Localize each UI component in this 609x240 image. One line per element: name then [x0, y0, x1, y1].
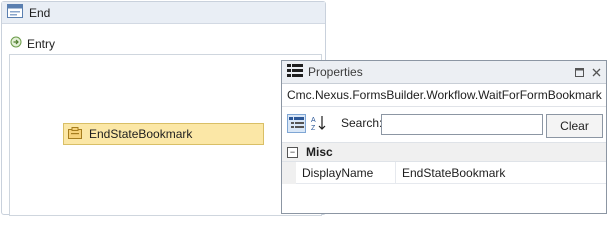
sort-alphabetical-button[interactable]: A Z [309, 114, 328, 133]
state-header[interactable]: End [2, 2, 325, 24]
svg-text:Z: Z [311, 125, 316, 131]
category-label: Misc [306, 145, 333, 159]
maximize-icon[interactable] [573, 66, 585, 78]
properties-title: Properties [308, 65, 363, 79]
clear-button[interactable]: Clear [546, 114, 603, 138]
property-name: DisplayName [296, 161, 396, 184]
state-title: End [29, 5, 51, 20]
state-icon [7, 4, 23, 21]
entry-icon [10, 36, 22, 51]
properties-icon [287, 63, 303, 81]
properties-panel[interactable]: Properties Cmc.Nexus.FormsBuilder.Workfl… [281, 60, 607, 214]
close-icon[interactable] [590, 66, 602, 78]
search-box[interactable] [381, 114, 543, 135]
entry-section[interactable]: Entry [10, 36, 55, 51]
collapse-icon[interactable]: − [287, 146, 298, 158]
categorized-view-button[interactable] [287, 113, 306, 133]
property-value[interactable]: EndStateBookmark [396, 166, 505, 180]
state-designer[interactable]: End Entry [1, 1, 326, 216]
property-row-displayname[interactable]: DisplayName EndStateBookmark [282, 161, 606, 184]
activity-label: EndStateBookmark [89, 127, 193, 141]
search-input[interactable] [381, 114, 543, 135]
properties-titlebar[interactable]: Properties [282, 61, 606, 84]
search-label: Search: [341, 116, 383, 130]
row-gutter [282, 161, 296, 184]
category-misc[interactable]: − Misc [282, 142, 606, 162]
entry-label: Entry [27, 36, 56, 51]
selected-type-name: Cmc.Nexus.FormsBuilder.Workflow.WaitForF… [282, 84, 606, 107]
svg-text:A: A [311, 117, 316, 124]
activity-icon [68, 126, 82, 142]
activity-endstatebookmark[interactable]: EndStateBookmark [63, 123, 264, 145]
